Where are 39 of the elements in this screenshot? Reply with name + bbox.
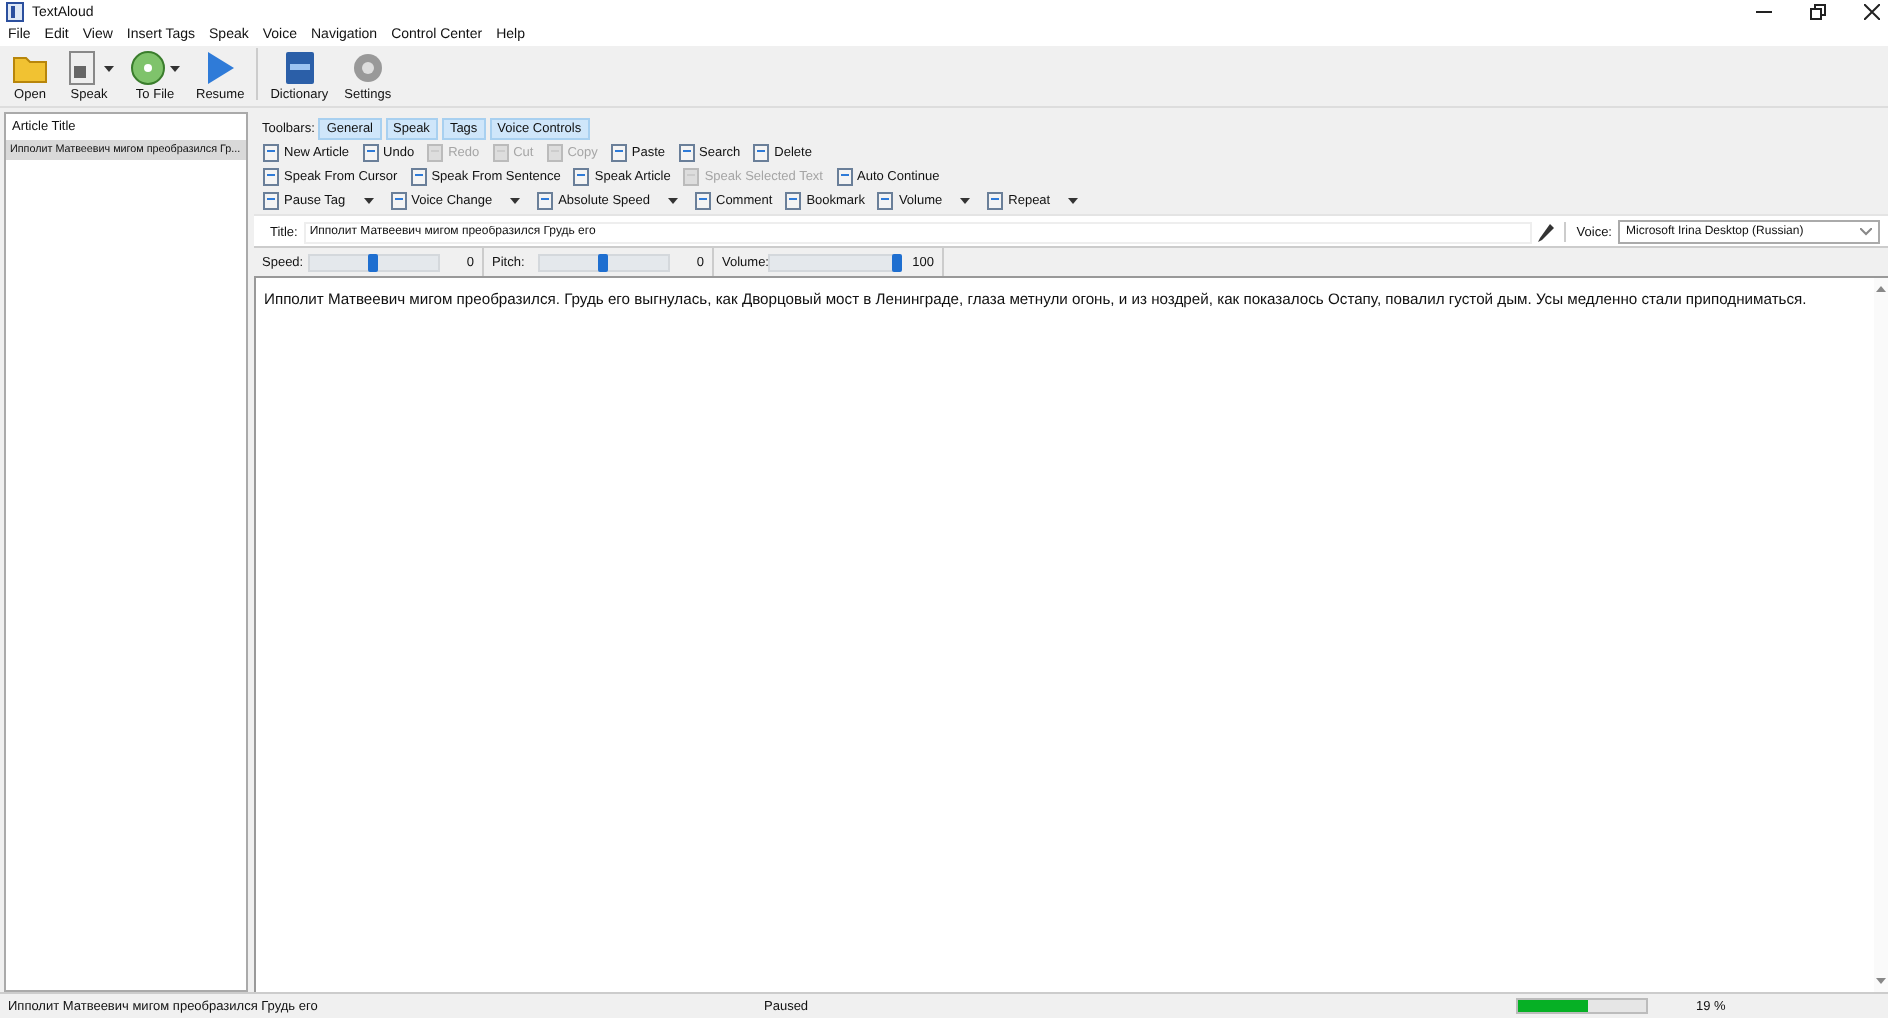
caret-icon[interactable] bbox=[668, 198, 678, 204]
caret-icon[interactable] bbox=[363, 198, 374, 204]
page-icon bbox=[536, 192, 555, 210]
slider-thumb[interactable] bbox=[598, 253, 608, 271]
slider-thumb[interactable] bbox=[368, 253, 378, 271]
page-icon bbox=[752, 144, 771, 163]
page-icon bbox=[609, 144, 628, 163]
slider-thumb[interactable] bbox=[892, 253, 902, 271]
page-icon bbox=[784, 192, 803, 210]
page-icon bbox=[682, 167, 701, 186]
page-icon bbox=[262, 192, 280, 210]
restore-icon[interactable] bbox=[1810, 4, 1826, 20]
page-icon bbox=[876, 192, 895, 210]
page-icon bbox=[361, 144, 380, 163]
app-icon bbox=[6, 2, 24, 22]
gear-icon bbox=[349, 50, 386, 86]
page-icon bbox=[545, 144, 564, 163]
disc-icon bbox=[130, 50, 166, 86]
close-icon[interactable] bbox=[1864, 4, 1880, 20]
caret-icon[interactable] bbox=[960, 198, 971, 204]
page-icon bbox=[835, 167, 853, 186]
page-icon bbox=[677, 144, 696, 163]
page-icon bbox=[426, 144, 445, 163]
caret-icon[interactable] bbox=[1068, 198, 1079, 204]
page-icon bbox=[572, 167, 591, 186]
document-icon bbox=[64, 50, 100, 86]
page-icon bbox=[491, 144, 510, 163]
play-icon bbox=[202, 50, 239, 86]
scroll-up-icon[interactable] bbox=[1876, 286, 1886, 292]
page-icon bbox=[389, 192, 408, 210]
page-icon bbox=[262, 144, 280, 163]
page-icon bbox=[986, 192, 1005, 210]
page-icon bbox=[262, 167, 280, 186]
page-icon bbox=[694, 192, 712, 210]
scroll-down-icon[interactable] bbox=[1876, 978, 1886, 984]
chevron-icon bbox=[1860, 228, 1872, 236]
pen-icon[interactable] bbox=[1538, 223, 1555, 241]
caret-icon[interactable] bbox=[510, 198, 521, 204]
page-icon bbox=[409, 167, 428, 186]
